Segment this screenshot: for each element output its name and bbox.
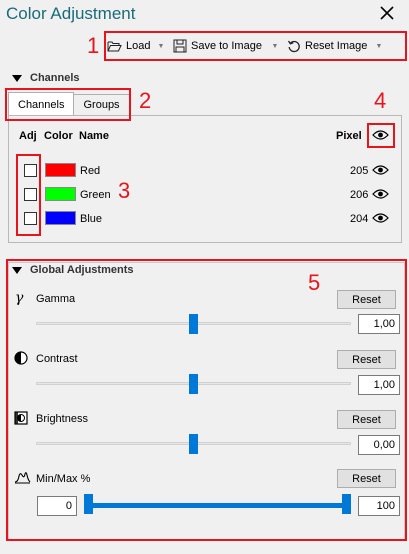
color-swatch-green[interactable] (45, 187, 76, 201)
annotation-number-2: 2 (139, 88, 152, 113)
channels-section-header[interactable]: Channels (12, 72, 80, 84)
pixel-value-red: 205 (350, 165, 369, 177)
pixel-value-blue: 204 (350, 213, 369, 225)
channel-name-green: Green (80, 189, 111, 201)
column-header-pixel: Pixel (336, 130, 362, 142)
close-icon[interactable] (378, 4, 396, 22)
eye-icon[interactable] (372, 212, 389, 224)
annotation-box-1 (104, 31, 407, 61)
collapse-triangle-icon (12, 74, 22, 82)
pixel-value-green: 206 (350, 189, 369, 201)
column-header-adj: Adj (19, 130, 37, 142)
color-swatch-blue[interactable] (45, 211, 76, 225)
column-header-color: Color (44, 130, 73, 142)
column-header-name: Name (79, 130, 109, 142)
annotation-box-2 (5, 88, 131, 121)
eye-icon[interactable] (372, 188, 389, 200)
panel-title: Color Adjustment (6, 4, 136, 23)
annotation-number-3: 3 (118, 178, 131, 203)
annotation-number-4: 4 (374, 88, 387, 113)
annotation-box-5 (6, 259, 407, 541)
eye-icon[interactable] (372, 164, 389, 176)
annotation-box-3 (16, 154, 41, 236)
annotation-number-5: 5 (308, 270, 321, 295)
color-swatch-red[interactable] (45, 163, 76, 177)
annotation-box-4 (367, 123, 395, 148)
channels-section-title: Channels (30, 72, 80, 84)
channel-name-red: Red (80, 165, 101, 177)
channel-name-blue: Blue (80, 213, 103, 225)
annotation-number-1: 1 (87, 33, 100, 58)
